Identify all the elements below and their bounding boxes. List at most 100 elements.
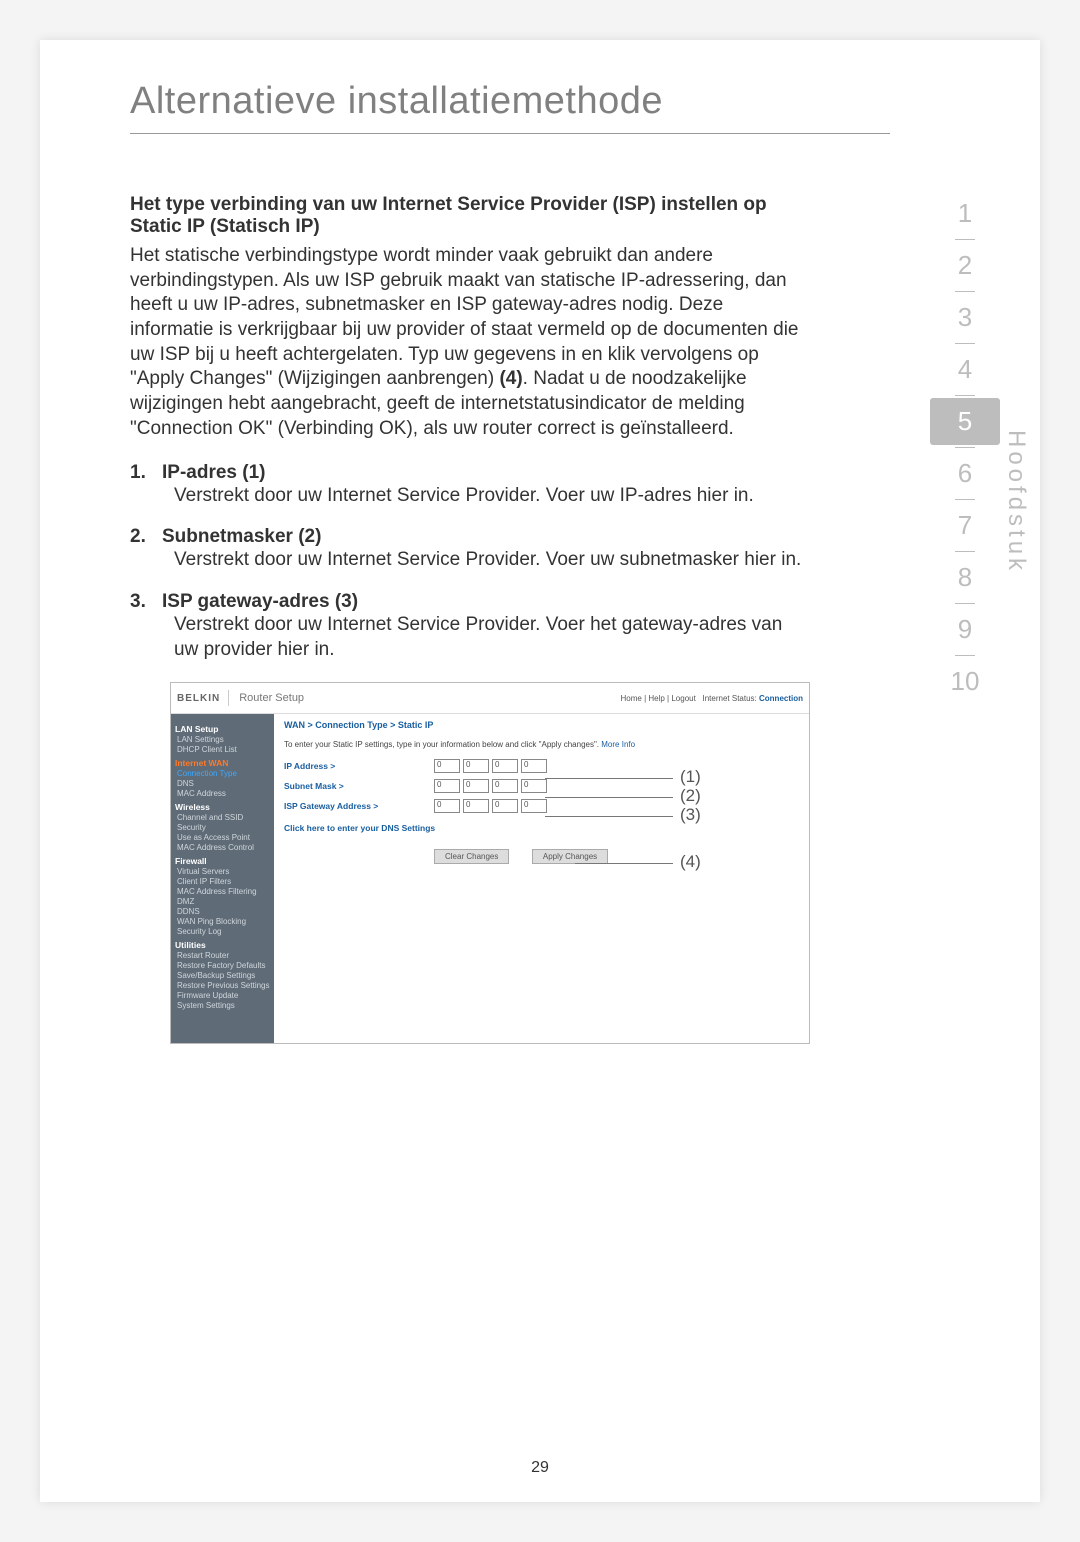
brand-logo: BELKIN (171, 687, 224, 710)
side-ch-ssid[interactable]: Channel and SSID (177, 813, 270, 822)
clear-changes-button[interactable]: Clear Changes (434, 849, 509, 864)
side-conn-type[interactable]: Connection Type (177, 769, 270, 778)
chapter-5[interactable]: 5 (930, 398, 1000, 445)
subnet-octet[interactable]: 0 (521, 779, 547, 793)
list-num-1: 1. (130, 462, 148, 484)
side-save-backup[interactable]: Save/Backup Settings (177, 971, 270, 980)
instruction: To enter your Static IP settings, type i… (284, 740, 599, 749)
side-restore-fd[interactable]: Restore Factory Defaults (177, 961, 270, 970)
router-screenshot: BELKIN Router Setup Home | Help | Logout… (170, 682, 810, 1044)
callout-1: (1) (680, 767, 701, 787)
ip-octet[interactable]: 0 (463, 759, 489, 773)
subnet-label: Subnet Mask > (284, 781, 434, 791)
screenshot-sidebar: LAN Setup LAN Settings DHCP Client List … (171, 714, 274, 1043)
chapter-7[interactable]: 7 (930, 502, 1000, 549)
side-mac[interactable]: MAC Address (177, 789, 270, 798)
screenshot-main: WAN > Connection Type > Static IP To ent… (274, 714, 809, 1043)
callout-line-3 (545, 816, 673, 817)
side-internet-wan[interactable]: Internet WAN (175, 758, 270, 768)
router-setup-label: Router Setup (233, 692, 304, 704)
ip-address-label: IP Address > (284, 761, 434, 771)
gateway-octet[interactable]: 0 (434, 799, 460, 813)
list-label-1: IP-adres (1) (162, 462, 265, 484)
subnet-octet[interactable]: 0 (492, 779, 518, 793)
side-security[interactable]: Security (177, 823, 270, 832)
list-num-2: 2. (130, 526, 148, 548)
title-underline (130, 133, 890, 134)
subnet-octet[interactable]: 0 (463, 779, 489, 793)
callout-line-4 (575, 863, 673, 864)
side-lan-settings[interactable]: LAN Settings (177, 735, 270, 744)
side-fw-update[interactable]: Firmware Update (177, 991, 270, 1000)
chapter-label-vertical: Hoofdstuk (1002, 430, 1030, 574)
breadcrumb: WAN > Connection Type > Static IP (284, 720, 799, 730)
list-text-1: Verstrekt door uw Internet Service Provi… (174, 484, 810, 509)
side-restore-prev[interactable]: Restore Previous Settings (177, 981, 270, 990)
side-dns[interactable]: DNS (177, 779, 270, 788)
side-dmz[interactable]: DMZ (177, 897, 270, 906)
list-label-2: Subnetmasker (2) (162, 526, 321, 548)
side-lan-setup[interactable]: LAN Setup (175, 724, 270, 734)
ip-octet[interactable]: 0 (492, 759, 518, 773)
manual-page: Alternatieve installatiemethode Hoofdstu… (40, 40, 1040, 1502)
list-text-2: Verstrekt door uw Internet Service Provi… (174, 548, 810, 573)
chapter-rail: 1 2 3 4 5 6 7 8 9 10 (930, 190, 1000, 705)
list-item: 3. ISP gateway-adres (3) Verstrekt door … (130, 591, 810, 662)
side-cfilters[interactable]: Client IP Filters (177, 877, 270, 886)
list-label-3: ISP gateway-adres (3) (162, 591, 358, 613)
screenshot-wrapper: BELKIN Router Setup Home | Help | Logout… (170, 682, 810, 1044)
side-wireless[interactable]: Wireless (175, 802, 270, 812)
side-utilities[interactable]: Utilities (175, 940, 270, 950)
chapter-2[interactable]: 2 (930, 242, 1000, 289)
chapter-4[interactable]: 4 (930, 346, 1000, 393)
side-mac-ctrl[interactable]: MAC Address Control (177, 843, 270, 852)
page-number: 29 (531, 1459, 549, 1477)
gateway-octet[interactable]: 0 (521, 799, 547, 813)
subnet-octet[interactable]: 0 (434, 779, 460, 793)
status-value: Connection (759, 694, 803, 703)
list-item: 1. IP-adres (1) Verstrekt door uw Intern… (130, 462, 810, 509)
callout-3: (3) (680, 805, 701, 825)
instruction-text: To enter your Static IP settings, type i… (284, 740, 799, 749)
chapter-3[interactable]: 3 (930, 294, 1000, 341)
side-restart[interactable]: Restart Router (177, 951, 270, 960)
callout-2: (2) (680, 786, 701, 806)
side-firewall[interactable]: Firewall (175, 856, 270, 866)
ip-address-row: IP Address > 0 0 0 0 (284, 759, 799, 773)
chapter-10[interactable]: 10 (930, 658, 1000, 705)
side-seclog[interactable]: Security Log (177, 927, 270, 936)
ip-octet[interactable]: 0 (434, 759, 460, 773)
chapter-8[interactable]: 8 (930, 554, 1000, 601)
gateway-octet[interactable]: 0 (492, 799, 518, 813)
side-ddns[interactable]: DDNS (177, 907, 270, 916)
side-use-ap[interactable]: Use as Access Point (177, 833, 270, 842)
section-body: Het statische verbindingstype wordt mind… (130, 244, 810, 442)
chapter-9[interactable]: 9 (930, 606, 1000, 653)
subnet-row: Subnet Mask > 0 0 0 0 (284, 779, 799, 793)
body-bold-4: (4) (499, 368, 522, 389)
screenshot-header: BELKIN Router Setup Home | Help | Logout… (171, 683, 809, 714)
status-label: Internet Status: (703, 694, 757, 703)
side-mac-filter[interactable]: MAC Address Filtering (177, 887, 270, 896)
chapter-6[interactable]: 6 (930, 450, 1000, 497)
page-title: Alternatieve installatiemethode (130, 80, 980, 123)
dns-settings-link[interactable]: Click here to enter your DNS Settings (284, 823, 799, 833)
more-info-link[interactable]: More Info (601, 740, 635, 749)
side-vservers[interactable]: Virtual Servers (177, 867, 270, 876)
apply-changes-button[interactable]: Apply Changes (532, 849, 608, 864)
side-sys-settings[interactable]: System Settings (177, 1001, 270, 1010)
side-wan-ping[interactable]: WAN Ping Blocking (177, 917, 270, 926)
top-links[interactable]: Home | Help | Logout (621, 694, 696, 703)
gateway-row: ISP Gateway Address > 0 0 0 0 (284, 799, 799, 813)
ip-octet[interactable]: 0 (521, 759, 547, 773)
callout-line-1 (545, 778, 673, 779)
gateway-label: ISP Gateway Address > (284, 801, 434, 811)
content-body: Het type verbinding van uw Internet Serv… (130, 194, 810, 1044)
callout-4: (4) (680, 852, 701, 872)
list-num-3: 3. (130, 591, 148, 613)
numbered-list: 1. IP-adres (1) Verstrekt door uw Intern… (130, 462, 810, 663)
side-dhcp[interactable]: DHCP Client List (177, 745, 270, 754)
section-heading: Het type verbinding van uw Internet Serv… (130, 194, 810, 238)
chapter-1[interactable]: 1 (930, 190, 1000, 237)
gateway-octet[interactable]: 0 (463, 799, 489, 813)
